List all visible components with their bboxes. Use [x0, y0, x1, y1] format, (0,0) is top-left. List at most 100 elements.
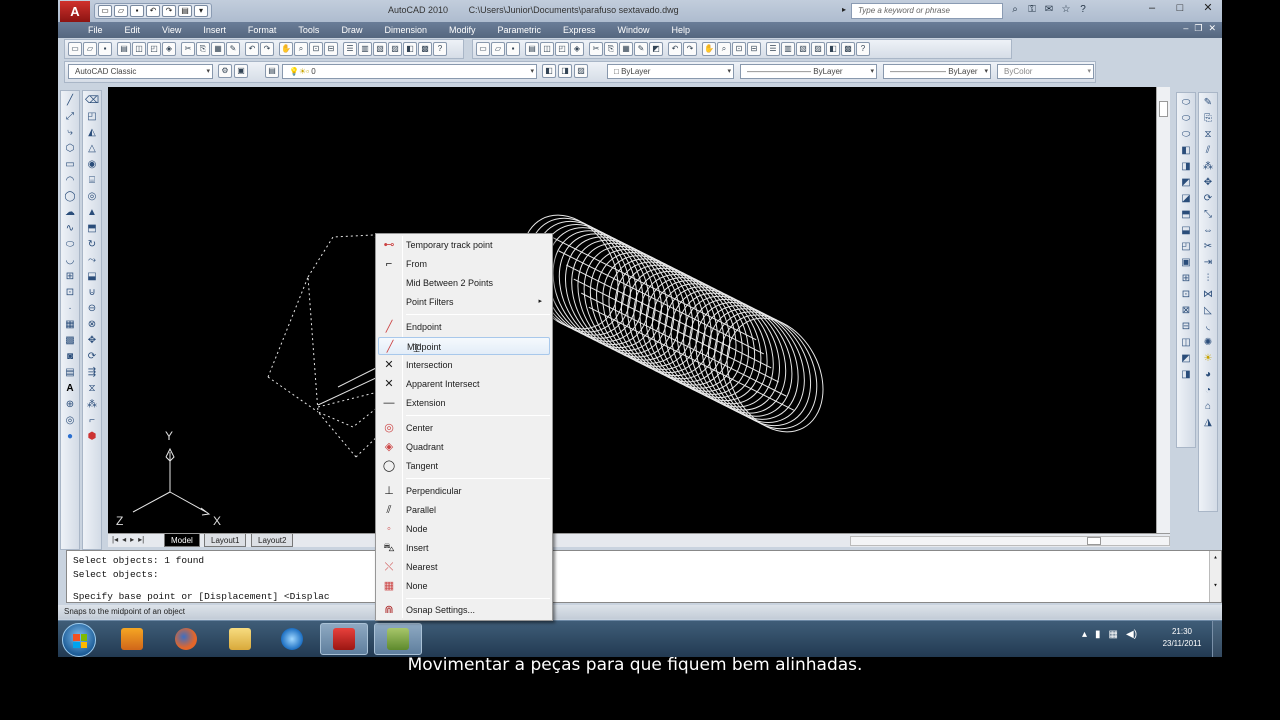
- command-prompt[interactable]: Specify base point or [Displacement] <Di…: [73, 590, 1215, 604]
- ucs-z-icon[interactable]: ◨: [1179, 368, 1193, 382]
- plot-icon[interactable]: ▤: [178, 5, 192, 17]
- sheet-set-icon[interactable]: ▨: [811, 42, 825, 56]
- material-icon[interactable]: ◕: [1201, 368, 1215, 382]
- last-tab-icon[interactable]: ▸|: [138, 535, 144, 544]
- camera-icon[interactable]: ▣: [1179, 256, 1193, 270]
- next-tab-icon[interactable]: ▸: [130, 535, 134, 544]
- layer-previous-icon[interactable]: ◨: [558, 64, 572, 78]
- menu-edit[interactable]: Edit: [125, 22, 141, 38]
- ucs-world-icon[interactable]: ⊞: [1179, 272, 1193, 286]
- intersect-icon[interactable]: ⊗: [85, 318, 99, 332]
- menu-item-point-filters[interactable]: Point Filters ▸: [378, 293, 550, 311]
- ucs-x-icon[interactable]: ◫: [1179, 336, 1193, 350]
- application-menu-button[interactable]: A: [60, 1, 90, 22]
- walk-icon[interactable]: ⌂: [1201, 400, 1215, 414]
- linetype-combo[interactable]: ———————— ByLayer ▾: [740, 64, 877, 79]
- dropdown-icon[interactable]: ▾: [194, 5, 208, 17]
- new-icon[interactable]: ▭: [98, 5, 112, 17]
- menu-item-nearest[interactable]: ⤬ Nearest: [378, 558, 550, 576]
- command-line[interactable]: Select objects: 1 found Select objects: …: [66, 550, 1222, 603]
- menu-item-apparent-intersect[interactable]: ✕ Apparent Intersect: [378, 375, 550, 393]
- multiline-text-icon[interactable]: A: [63, 382, 77, 396]
- menu-window[interactable]: Window: [618, 22, 650, 38]
- help-icon[interactable]: ?: [433, 42, 447, 56]
- zoom-realtime-icon[interactable]: ⌕: [717, 42, 731, 56]
- taskbar-app[interactable]: [374, 623, 422, 655]
- properties-icon[interactable]: ☰: [343, 42, 357, 56]
- sweep-icon[interactable]: ⤳: [85, 254, 99, 268]
- align-icon[interactable]: ⇶: [85, 366, 99, 380]
- tray-device-icon[interactable]: ▮: [1095, 629, 1101, 640]
- favorites-icon[interactable]: ☆: [1059, 3, 1073, 17]
- gradient-icon[interactable]: ▩: [63, 334, 77, 348]
- array-icon[interactable]: ⁂: [85, 398, 99, 412]
- vertical-scrollbar[interactable]: [1156, 87, 1170, 533]
- rotate3d-icon[interactable]: ⟳: [1201, 192, 1215, 206]
- taskbar-autocad[interactable]: [320, 623, 368, 655]
- design-center-icon[interactable]: ▥: [781, 42, 795, 56]
- wedge-icon[interactable]: ◭: [85, 126, 99, 140]
- undo-icon[interactable]: ↶: [668, 42, 682, 56]
- array3d-icon[interactable]: ⁂: [1201, 160, 1215, 174]
- menu-item-tangent[interactable]: ◯ Tangent: [378, 457, 550, 475]
- vertical-scroll-thumb[interactable]: [1159, 101, 1168, 117]
- explode-icon[interactable]: ✺: [1201, 336, 1215, 350]
- fillet-icon[interactable]: ◟: [1201, 320, 1215, 334]
- menu-item-temporary-track-point[interactable]: ⊷ Temporary track point: [378, 236, 550, 254]
- stretch-icon[interactable]: ⇔: [1201, 224, 1215, 238]
- polygon-icon[interactable]: ⬡: [63, 142, 77, 156]
- ucs-3point-icon[interactable]: ⊟: [1179, 320, 1193, 334]
- menu-item-parallel[interactable]: ⫽ Parallel: [378, 501, 550, 519]
- menu-item-insert[interactable]: ⛍ Insert: [378, 539, 550, 557]
- left-view-icon[interactable]: ⬭: [1179, 128, 1193, 142]
- search-input[interactable]: Type a keyword or phrase: [851, 3, 1003, 19]
- menu-item-none[interactable]: ▦ None: [378, 577, 550, 595]
- spline-icon[interactable]: ∿: [63, 222, 77, 236]
- nw-iso-icon[interactable]: ◰: [1179, 240, 1193, 254]
- polyline-icon[interactable]: ⤷: [63, 126, 77, 140]
- zoom-realtime-icon[interactable]: ⌕: [294, 42, 308, 56]
- copy-object-icon[interactable]: ⎘: [1201, 112, 1215, 126]
- circle-icon[interactable]: ◯: [63, 190, 77, 204]
- plot-icon[interactable]: ▤: [117, 42, 131, 56]
- zoom-window-icon[interactable]: ⊡: [309, 42, 323, 56]
- redo-icon[interactable]: ↷: [162, 5, 176, 17]
- copy-icon[interactable]: ⎘: [604, 42, 618, 56]
- chamfer-icon[interactable]: ◺: [1201, 304, 1215, 318]
- workspace-combo[interactable]: AutoCAD Classic ▾: [68, 64, 213, 79]
- sphere-icon[interactable]: ◉: [85, 158, 99, 172]
- menu-modify[interactable]: Modify: [449, 22, 476, 38]
- cylinder-icon[interactable]: ⌸: [85, 174, 99, 188]
- mirror-icon[interactable]: ⧖: [85, 382, 99, 396]
- redo-icon[interactable]: ↷: [260, 42, 274, 56]
- ucs-origin-icon[interactable]: ⊡: [1179, 288, 1193, 302]
- tool-palettes-icon[interactable]: ▧: [373, 42, 387, 56]
- workspace-settings-icon[interactable]: ⚙: [218, 64, 232, 78]
- menu-insert[interactable]: Insert: [203, 22, 226, 38]
- menu-item-mid-between-2-points[interactable]: Mid Between 2 Points: [378, 274, 550, 292]
- pyramid-icon[interactable]: ▲: [85, 206, 99, 220]
- open-icon[interactable]: ▱: [114, 5, 128, 17]
- markup-icon[interactable]: ◧: [403, 42, 417, 56]
- calculator-icon[interactable]: ▩: [841, 42, 855, 56]
- se-iso-icon[interactable]: ⬒: [1179, 208, 1193, 222]
- front-view-icon[interactable]: ◨: [1179, 160, 1193, 174]
- qnew-icon[interactable]: ▭: [68, 42, 82, 56]
- tab-model[interactable]: Model: [164, 534, 200, 547]
- revolve-icon[interactable]: ↻: [85, 238, 99, 252]
- orbit-icon[interactable]: ◎: [63, 414, 77, 428]
- clock[interactable]: 21:30 23/11/2011: [1152, 626, 1212, 650]
- menu-dimension[interactable]: Dimension: [384, 22, 427, 38]
- taskbar-internet-explorer[interactable]: [268, 623, 316, 655]
- menu-express[interactable]: Express: [563, 22, 596, 38]
- box-icon[interactable]: ◰: [85, 110, 99, 124]
- help-icon[interactable]: ?: [856, 42, 870, 56]
- qnew-icon[interactable]: ▭: [476, 42, 490, 56]
- zoom-previous-icon[interactable]: ⊟: [747, 42, 761, 56]
- markup-icon[interactable]: ◧: [826, 42, 840, 56]
- plotstyle-combo[interactable]: ByColor ▾: [997, 64, 1094, 79]
- ucs-y-icon[interactable]: ◩: [1179, 352, 1193, 366]
- back-view-icon[interactable]: ◩: [1179, 176, 1193, 190]
- extrude-icon[interactable]: ⬒: [85, 222, 99, 236]
- arc-icon[interactable]: ◠: [63, 174, 77, 188]
